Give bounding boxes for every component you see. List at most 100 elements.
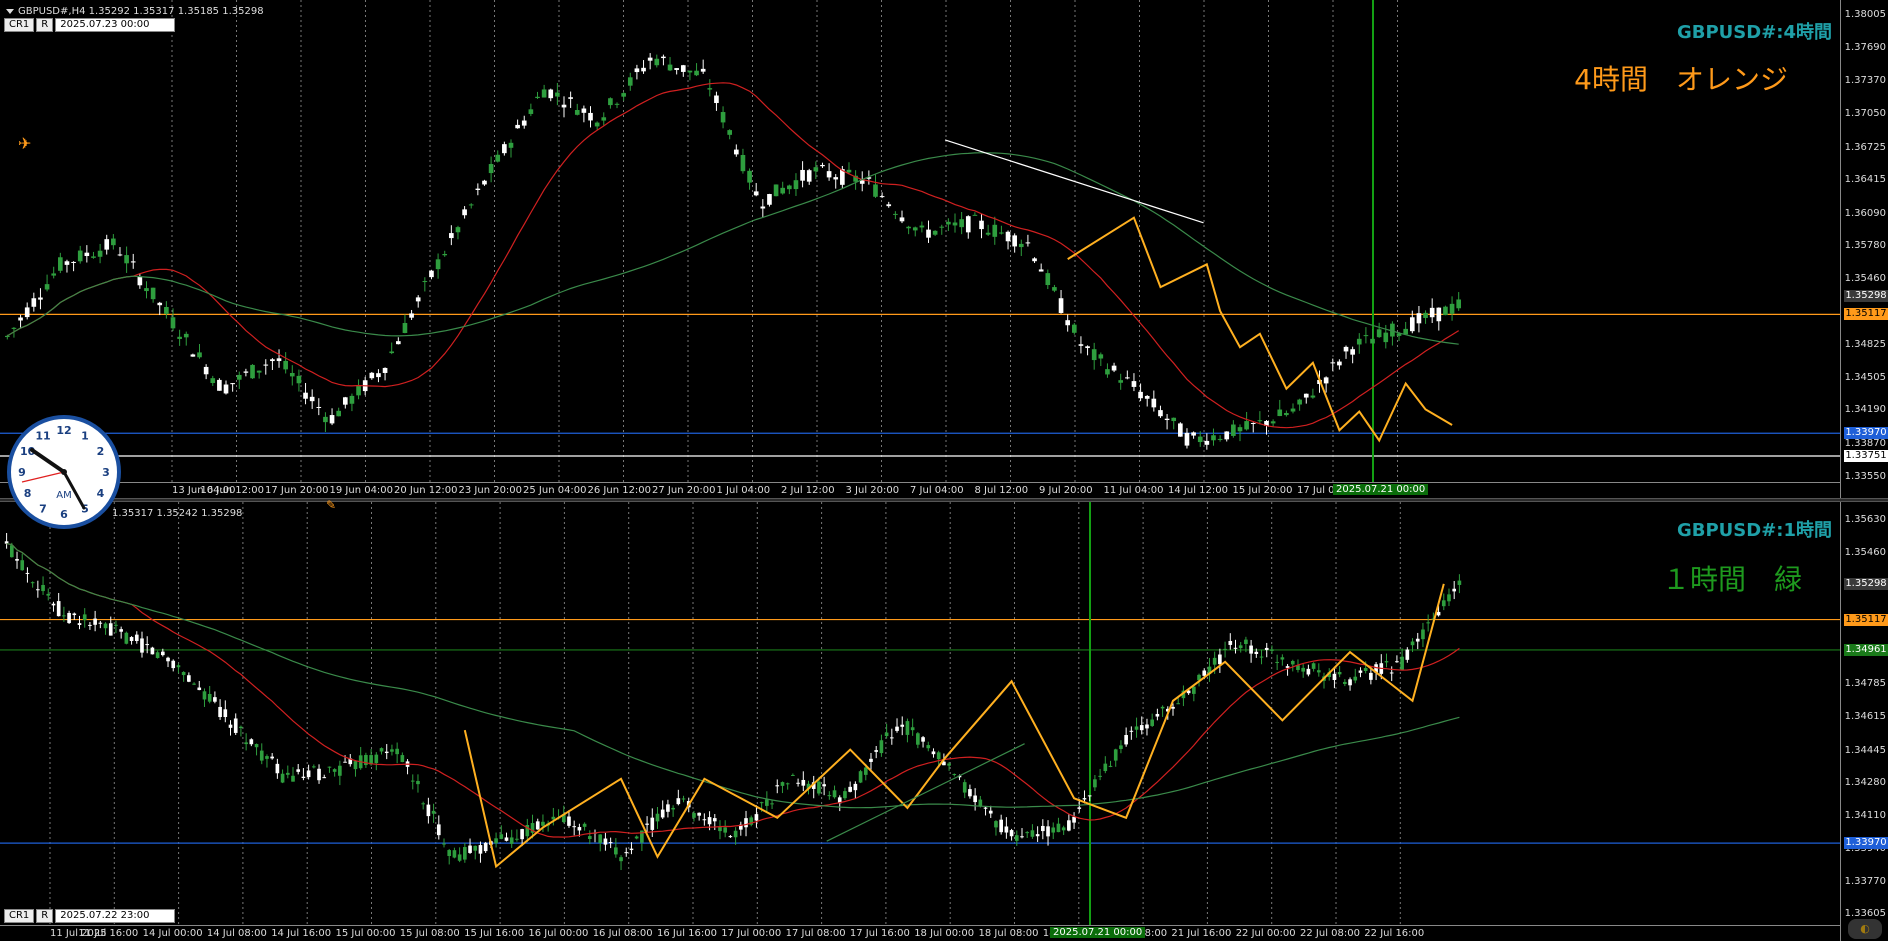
price-tag: 1.34961 <box>1844 643 1888 656</box>
candle-body <box>1091 349 1097 361</box>
dropdown-triangle-icon[interactable] <box>6 8 14 14</box>
candle-body <box>250 364 255 379</box>
candle-body <box>1032 258 1037 262</box>
zigzag-line <box>463 583 1445 869</box>
candle-body <box>1410 641 1415 646</box>
candle-body <box>291 775 295 782</box>
candle-body <box>634 68 640 73</box>
h4-time-axis[interactable]: 13 Jun 04:00 16 Jun 12:00 17 Jun 20:00 19 J… <box>0 482 1840 498</box>
h1-plot-area[interactable] <box>0 502 1840 925</box>
date-box[interactable]: 2025.07.23 00:00 <box>55 18 176 32</box>
h1-toolbar: CR1 R 2025.07.22 23:00 <box>4 909 176 923</box>
candle-body <box>223 709 228 718</box>
candle-body <box>1030 830 1035 837</box>
candle-body <box>787 185 792 190</box>
candle-body <box>780 187 786 194</box>
date-box[interactable]: 2025.07.22 23:00 <box>55 909 176 923</box>
candle-body <box>1061 827 1066 831</box>
candle-body <box>1297 399 1302 405</box>
candle-body <box>785 783 790 785</box>
candle-body <box>72 613 77 616</box>
candle-body <box>900 724 905 727</box>
candle-body <box>296 769 301 772</box>
candle-body <box>520 829 524 840</box>
candle-body <box>1244 421 1249 430</box>
candle-body <box>71 261 76 263</box>
h4-chart-pane[interactable]: GBPUSD#,H4 1.35292 1.35317 1.35185 1.352… <box>0 0 1888 498</box>
candle-body <box>409 313 414 318</box>
price-tag: 1.33751 <box>1844 449 1888 462</box>
candle-body <box>97 250 103 257</box>
time-tick-label: 23 Jun 20:00 <box>458 485 523 496</box>
h4-plot-area[interactable] <box>0 0 1840 482</box>
candle-body <box>1436 307 1442 322</box>
trend-line <box>944 139 1204 224</box>
candle-body <box>210 378 216 384</box>
candle-body <box>773 184 779 197</box>
candle-body <box>1330 362 1336 364</box>
candle-body <box>1449 303 1455 314</box>
candle-body <box>67 612 71 624</box>
time-tick-label: 17 Jul 08:00 <box>785 928 846 939</box>
h1-chart-pane[interactable]: 1.35317 1.35242 1.35298 CR1 R 2025.07.22… <box>0 498 1888 941</box>
candle-body <box>767 194 772 205</box>
price-tick-label: 1.35630 <box>1844 513 1886 525</box>
candle-body <box>1290 661 1295 665</box>
candle-body <box>442 843 446 845</box>
satellite-icon[interactable]: ✈ <box>18 134 31 153</box>
candle-body <box>535 821 540 830</box>
candle-body <box>1259 656 1264 658</box>
candle-body <box>1093 779 1097 788</box>
candle-body <box>462 209 467 216</box>
candle-body <box>770 803 774 805</box>
candle-body <box>1197 436 1203 443</box>
r-button[interactable]: R <box>36 909 54 923</box>
candle-body <box>1337 671 1342 675</box>
h4-price-axis[interactable]: 1.38005 1.37690 1.37370 1.37050 1.36725 1.364… <box>1840 0 1888 498</box>
candle-body <box>217 379 222 391</box>
candle-body <box>641 67 646 72</box>
candle-body <box>1129 730 1134 732</box>
candle-body <box>899 217 905 222</box>
candle-body <box>285 772 290 775</box>
candle-body <box>228 724 233 728</box>
candle-body <box>84 252 90 257</box>
candle-body <box>289 372 295 377</box>
candle-body <box>1138 391 1143 399</box>
candle-body <box>723 827 728 833</box>
candle-body <box>760 206 766 209</box>
candle-body <box>301 776 306 778</box>
h1-price-axis[interactable]: 1.35630 1.35460 1.34785 1.34615 1.34445 1.342… <box>1840 502 1888 941</box>
price-tick-label: 1.34110 <box>1844 809 1886 821</box>
candle-body <box>239 726 243 728</box>
candle-body <box>468 204 474 206</box>
candle-body <box>936 752 941 760</box>
candle-body <box>740 155 746 172</box>
candle-body <box>912 227 918 231</box>
candle-body <box>1429 307 1435 318</box>
candle-body <box>455 227 461 233</box>
pencil-icon[interactable]: ✎ <box>326 498 336 512</box>
candle-body <box>926 229 931 238</box>
cr1-button[interactable]: CR1 <box>4 909 35 923</box>
candle-body <box>886 204 892 207</box>
candle-body <box>64 261 70 265</box>
candle-body <box>1423 312 1428 318</box>
candle-body <box>389 351 395 354</box>
candle-body <box>568 97 573 99</box>
candle-body <box>921 737 925 742</box>
h1-time-axis[interactable]: 11 Jul 2025 11 Jul 16:00 14 Jul 00:00 14 Ju… <box>0 925 1840 941</box>
candle-body <box>916 733 920 745</box>
candle-body <box>1277 409 1283 417</box>
r-button[interactable]: R <box>36 18 54 32</box>
candle-body <box>504 837 509 841</box>
candle-body <box>452 850 457 858</box>
cr1-button[interactable]: CR1 <box>4 18 35 32</box>
candle-body <box>435 259 441 270</box>
candle-body <box>1005 231 1011 242</box>
candle-body <box>1452 588 1457 592</box>
candle-body <box>1356 338 1362 345</box>
candle-body <box>820 164 825 167</box>
candle-body <box>1311 663 1316 669</box>
candle-body <box>164 306 169 314</box>
